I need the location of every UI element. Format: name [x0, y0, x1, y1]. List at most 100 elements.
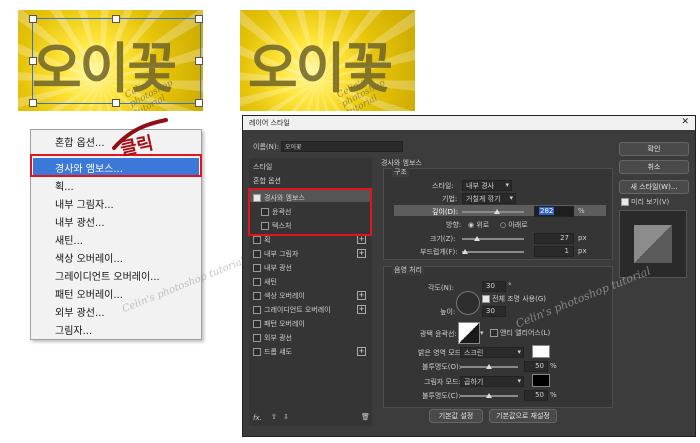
cancel-button[interactable]: 취소	[619, 160, 689, 174]
transform-bounding-box[interactable]	[32, 18, 201, 104]
add-effect-icon[interactable]: +	[357, 347, 366, 356]
style-list-item[interactable]: 외부 광선	[249, 332, 372, 344]
angle-input[interactable]: 30	[482, 281, 506, 292]
fx-icon[interactable]: fx.	[253, 414, 262, 422]
menu-item-color-overlay[interactable]: 색상 오버레이...	[55, 250, 123, 265]
technique-label: 기법:	[442, 195, 458, 203]
style-checkbox[interactable]	[253, 250, 261, 258]
depth-input[interactable]: 282	[534, 206, 574, 217]
opacity2-input[interactable]: 50	[524, 390, 548, 401]
styles-header[interactable]: 스타일	[253, 162, 272, 172]
name-field[interactable]: 오이꽃	[281, 141, 403, 152]
size-label: 크기(Z):	[430, 235, 456, 243]
add-effect-icon[interactable]: +	[357, 235, 366, 244]
opacity1-slider-knob[interactable]	[486, 364, 492, 369]
style-list-label: 패턴 오버레이	[264, 320, 305, 328]
style-list-item[interactable]: 내부 그림자 +	[249, 248, 372, 260]
new-style-button[interactable]: 새 스타일(W)...	[619, 180, 689, 194]
direction-label: 방향:	[446, 221, 462, 229]
ok-button[interactable]: 확인	[619, 142, 689, 156]
soften-input[interactable]: 1	[534, 246, 574, 257]
menu-item-inner-glow[interactable]: 내부 광선...	[55, 214, 105, 229]
transform-handle[interactable]	[112, 15, 120, 23]
depth-slider[interactable]	[462, 211, 524, 213]
add-effect-icon[interactable]: +	[357, 249, 366, 258]
highlight-color-swatch[interactable]	[532, 345, 550, 358]
bevel-style-select[interactable]: 내부 경사 ▾	[462, 180, 512, 191]
size-input[interactable]: 27	[534, 233, 574, 244]
preview-checkbox[interactable]	[621, 198, 629, 206]
bevel-style-value: 내부 경사	[466, 182, 494, 190]
close-icon[interactable]: ✕	[681, 117, 689, 127]
size-unit: px	[578, 234, 587, 242]
add-effect-icon[interactable]: +	[357, 291, 366, 300]
style-checkbox[interactable]	[253, 306, 261, 314]
soften-slider[interactable]	[462, 251, 524, 253]
menu-item-blend-options[interactable]: 혼합 옵션...	[55, 134, 105, 149]
menu-item-inner-shadow[interactable]: 내부 그림자...	[55, 196, 114, 211]
depth-slider-knob[interactable]	[494, 209, 500, 214]
transform-handle[interactable]	[195, 57, 203, 65]
transform-handle[interactable]	[112, 99, 120, 107]
anti-alias-checkbox[interactable]	[490, 329, 498, 337]
dialog-titlebar: 레이어 스타일 ✕	[243, 116, 695, 130]
transform-handle[interactable]	[195, 15, 203, 23]
transform-handle[interactable]	[29, 99, 37, 107]
chevron-down-icon: ▾	[509, 194, 513, 202]
size-slider-knob[interactable]	[474, 236, 480, 241]
shadow-mode-select[interactable]: 곱하기 ▾	[460, 376, 524, 387]
transform-handle[interactable]	[195, 99, 203, 107]
opacity2-unit: %	[550, 391, 557, 399]
add-effect-icon[interactable]: +	[357, 305, 366, 314]
style-list-item[interactable]: 드롭 섀도 +	[249, 346, 372, 358]
chevron-down-icon[interactable]: ▾	[480, 329, 484, 337]
shadow-color-swatch[interactable]	[532, 374, 550, 387]
chevron-down-icon: ▾	[517, 348, 521, 356]
style-checkbox[interactable]	[253, 278, 261, 286]
style-list-item[interactable]: 색상 오버레이 +	[249, 290, 372, 302]
soften-slider-knob[interactable]	[462, 249, 468, 254]
altitude-input[interactable]: 30	[482, 306, 506, 317]
style-checkbox[interactable]	[253, 292, 261, 300]
dir-down-radio[interactable]: ○ 아래로	[500, 220, 528, 230]
highlight-mode-select[interactable]: 스크린 ▾	[460, 347, 524, 358]
move-down-icon[interactable]: ⇩	[283, 413, 289, 421]
style-list-item[interactable]: 내부 광선	[249, 262, 372, 274]
menu-item-pattern-overlay[interactable]: 패턴 오버레이...	[55, 286, 123, 301]
menu-item-satin[interactable]: 새틴...	[55, 232, 83, 247]
left-panel-highlight-frame	[248, 188, 372, 236]
blend-options-item[interactable]: 혼합 옵션	[253, 176, 281, 186]
menu-item-outer-glow[interactable]: 외부 광선...	[55, 304, 105, 319]
style-checkbox[interactable]	[253, 320, 261, 328]
angle-dial[interactable]	[456, 291, 480, 315]
move-up-icon[interactable]: ⇧	[271, 413, 277, 421]
highlight-mode-value: 스크린	[464, 349, 484, 357]
technique-value: 거칠게 깎기	[466, 195, 501, 203]
style-checkbox[interactable]	[253, 334, 261, 342]
style-checkbox[interactable]	[253, 348, 261, 356]
size-slider[interactable]	[462, 238, 524, 240]
global-light-checkbox[interactable]	[482, 295, 490, 303]
dir-up-radio[interactable]: ◉ 위로	[468, 220, 489, 230]
style-list-item[interactable]: 새틴	[249, 276, 372, 288]
angle-unit: °	[508, 282, 512, 290]
transform-handle[interactable]	[29, 57, 37, 65]
style-list-item[interactable]: 그레이디언트 오버레이 +	[249, 304, 372, 316]
style-checkbox[interactable]	[253, 236, 261, 244]
opacity1-input[interactable]: 50	[524, 361, 548, 372]
menu-item-drop-shadow[interactable]: 그림자...	[55, 322, 92, 337]
opacity2-slider-knob[interactable]	[486, 393, 492, 398]
dir-down-label: 아래로	[508, 221, 528, 229]
transform-handle[interactable]	[29, 15, 37, 23]
style-checkbox[interactable]	[253, 264, 261, 272]
structure-title: 구조	[392, 167, 409, 177]
menu-item-stroke[interactable]: 획...	[55, 178, 74, 193]
gloss-contour-preview[interactable]	[458, 322, 480, 344]
trash-icon[interactable]: 🗑	[361, 413, 370, 421]
style-list-item[interactable]: 패턴 오버레이	[249, 318, 372, 330]
menu-item-gradient-overlay[interactable]: 그레이디언트 오버레이...	[55, 268, 160, 283]
make-default-button[interactable]: 기본값 설정	[429, 409, 483, 423]
reset-default-button[interactable]: 기본값으로 재설정	[489, 409, 557, 423]
style-list-label: 획	[264, 236, 271, 244]
technique-select[interactable]: 거칠게 깎기 ▾	[462, 193, 516, 204]
